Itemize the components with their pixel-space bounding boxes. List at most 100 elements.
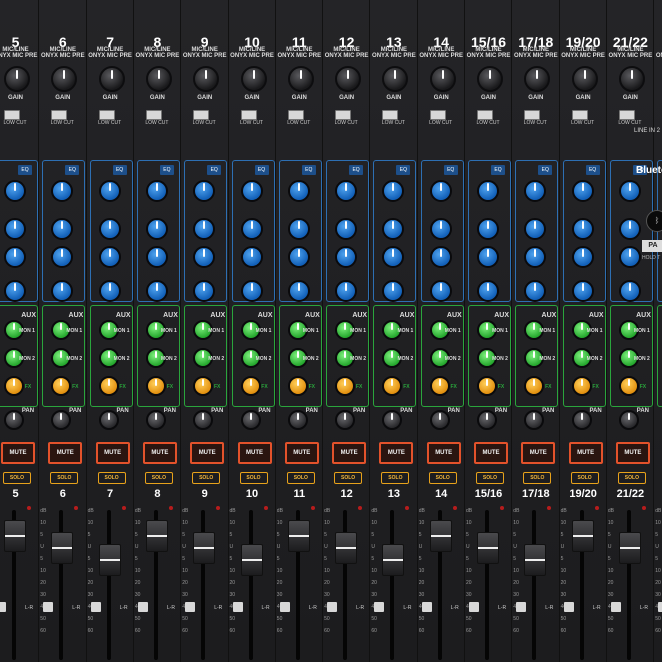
- eq-button[interactable]: EQ: [301, 165, 316, 175]
- eq-freq-knob[interactable]: [240, 246, 263, 268]
- eq-freq-knob[interactable]: [145, 246, 168, 268]
- solo-button[interactable]: SOLO: [334, 472, 363, 484]
- solo-button[interactable]: SOLO: [286, 472, 315, 484]
- channel-fader[interactable]: [145, 520, 168, 552]
- eq-low-knob[interactable]: [618, 280, 641, 302]
- eq-mid-knob[interactable]: [287, 218, 310, 240]
- eq-low-knob[interactable]: [287, 280, 310, 302]
- mute-button[interactable]: MUTE: [237, 442, 272, 464]
- channel-fader[interactable]: [524, 544, 547, 576]
- eq-freq-knob[interactable]: [477, 246, 499, 268]
- eq-hi-knob[interactable]: [429, 180, 452, 202]
- eq-hi-knob[interactable]: [98, 180, 121, 202]
- eq-hi-knob[interactable]: [4, 180, 26, 202]
- channel-fader[interactable]: [618, 532, 641, 564]
- channel-fader[interactable]: [4, 520, 26, 552]
- eq-hi-knob[interactable]: [477, 180, 499, 202]
- gain-knob[interactable]: [240, 66, 267, 92]
- solo-button[interactable]: SOLO: [192, 472, 221, 484]
- eq-button[interactable]: EQ: [18, 165, 32, 175]
- eq-mid-knob[interactable]: [618, 218, 641, 240]
- gain-knob[interactable]: [287, 66, 314, 92]
- lr-assign-button[interactable]: [43, 602, 54, 612]
- eq-low-knob[interactable]: [429, 280, 452, 302]
- solo-button[interactable]: SOLO: [239, 472, 268, 484]
- channel-fader[interactable]: [287, 520, 310, 552]
- channel-fader[interactable]: [335, 532, 358, 564]
- low-cut-button[interactable]: [4, 110, 20, 120]
- solo-button[interactable]: SOLO: [97, 472, 126, 484]
- solo-button[interactable]: SOLO: [476, 472, 504, 484]
- eq-hi-knob[interactable]: [335, 180, 358, 202]
- eq-button[interactable]: EQ: [254, 165, 269, 175]
- eq-button[interactable]: EQ: [207, 165, 222, 175]
- low-cut-button[interactable]: [477, 110, 493, 120]
- eq-low-knob[interactable]: [571, 280, 594, 302]
- eq-freq-knob[interactable]: [618, 246, 641, 268]
- gain-knob[interactable]: [4, 66, 30, 92]
- mute-button[interactable]: MUTE: [474, 442, 508, 464]
- solo-button[interactable]: SOLO: [570, 472, 599, 484]
- mute-button[interactable]: MUTE: [332, 442, 367, 464]
- eq-button[interactable]: EQ: [349, 165, 364, 175]
- eq-low-knob[interactable]: [145, 280, 168, 302]
- eq-button[interactable]: EQ: [491, 165, 505, 175]
- lr-assign-button[interactable]: [185, 602, 196, 612]
- channel-fader[interactable]: [477, 532, 499, 564]
- low-cut-button[interactable]: [571, 110, 588, 120]
- solo-button[interactable]: SOLO: [523, 472, 552, 484]
- eq-button[interactable]: EQ: [443, 165, 458, 175]
- lr-assign-button[interactable]: [658, 602, 662, 612]
- eq-freq-knob[interactable]: [335, 246, 358, 268]
- eq-button[interactable]: EQ: [159, 165, 174, 175]
- gain-knob[interactable]: [382, 66, 409, 92]
- gain-knob[interactable]: [51, 66, 78, 92]
- low-cut-button[interactable]: [429, 110, 446, 120]
- mute-button[interactable]: MUTE: [284, 442, 319, 464]
- eq-low-knob[interactable]: [98, 280, 121, 302]
- eq-mid-knob[interactable]: [145, 218, 168, 240]
- low-cut-button[interactable]: [240, 110, 257, 120]
- eq-freq-knob[interactable]: [98, 246, 121, 268]
- eq-low-knob[interactable]: [4, 280, 26, 302]
- gain-knob[interactable]: [618, 66, 645, 92]
- eq-mid-knob[interactable]: [240, 218, 263, 240]
- gain-knob[interactable]: [524, 66, 551, 92]
- eq-freq-knob[interactable]: [287, 246, 310, 268]
- gain-knob[interactable]: [335, 66, 362, 92]
- mute-button[interactable]: MUTE: [1, 442, 35, 464]
- eq-low-knob[interactable]: [477, 280, 499, 302]
- eq-mid-knob[interactable]: [429, 218, 452, 240]
- eq-button[interactable]: EQ: [112, 165, 127, 175]
- gain-knob[interactable]: [477, 66, 503, 92]
- low-cut-button[interactable]: [382, 110, 399, 120]
- lr-assign-button[interactable]: [279, 602, 290, 612]
- lr-assign-button[interactable]: [232, 602, 243, 612]
- eq-hi-knob[interactable]: [571, 180, 594, 202]
- lr-assign-button[interactable]: [0, 602, 6, 612]
- lr-assign-button[interactable]: [469, 602, 479, 612]
- mute-button[interactable]: MUTE: [142, 442, 177, 464]
- mute-button[interactable]: MUTE: [615, 442, 650, 464]
- gain-knob[interactable]: [193, 66, 220, 92]
- eq-low-knob[interactable]: [240, 280, 263, 302]
- low-cut-button[interactable]: [618, 110, 635, 120]
- lr-assign-button[interactable]: [421, 602, 432, 612]
- low-cut-button[interactable]: [193, 110, 210, 120]
- low-cut-button[interactable]: [287, 110, 304, 120]
- low-cut-button[interactable]: [524, 110, 541, 120]
- eq-button[interactable]: EQ: [65, 165, 80, 175]
- bluetooth-pair-button[interactable]: PA: [642, 240, 662, 252]
- mute-button[interactable]: MUTE: [426, 442, 461, 464]
- channel-fader[interactable]: [193, 532, 216, 564]
- solo-button[interactable]: SOLO: [428, 472, 457, 484]
- eq-low-knob[interactable]: [335, 280, 358, 302]
- eq-mid-knob[interactable]: [98, 218, 121, 240]
- lr-assign-button[interactable]: [516, 602, 527, 612]
- mute-button[interactable]: MUTE: [379, 442, 414, 464]
- eq-freq-knob[interactable]: [4, 246, 26, 268]
- mute-button[interactable]: MUTE: [568, 442, 603, 464]
- eq-freq-knob[interactable]: [571, 246, 594, 268]
- channel-fader[interactable]: [571, 520, 594, 552]
- solo-button[interactable]: SOLO: [144, 472, 173, 484]
